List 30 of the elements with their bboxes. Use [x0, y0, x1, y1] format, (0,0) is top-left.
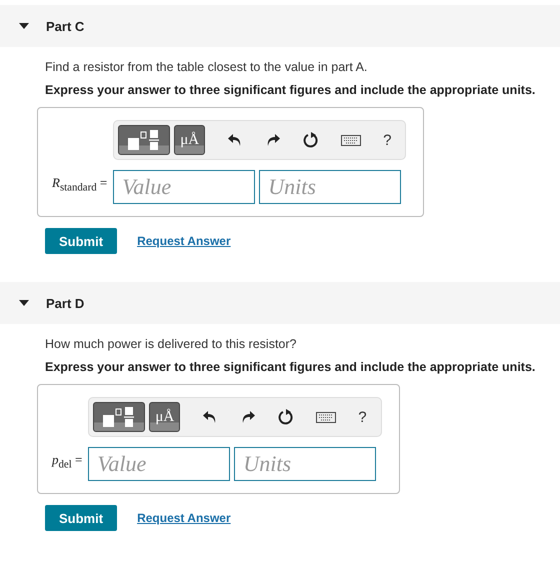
- help-button[interactable]: ?: [383, 132, 392, 148]
- value-field[interactable]: Value: [113, 170, 256, 204]
- question-text: Find a resistor from the table closest to the value in part A.: [45, 60, 368, 74]
- help-button[interactable]: ?: [358, 408, 367, 426]
- part-title: Part C: [46, 18, 84, 34]
- units-button[interactable]: μÅ: [174, 125, 206, 155]
- part-header[interactable]: Part D: [0, 282, 560, 324]
- request-answer-link[interactable]: Request Answer: [137, 511, 231, 525]
- part-header[interactable]: Part C: [0, 5, 560, 47]
- units-field[interactable]: Units: [234, 447, 376, 481]
- submit-button[interactable]: Submit: [45, 228, 118, 254]
- submit-button[interactable]: Submit: [45, 505, 118, 531]
- part-title: Part D: [46, 296, 84, 310]
- redo-icon[interactable]: [265, 133, 282, 147]
- reset-icon[interactable]: [303, 132, 320, 148]
- instruction-text: Express your answer to three significant figures and include the appropriate units.: [45, 360, 536, 374]
- template-button[interactable]: [93, 402, 146, 432]
- template-button[interactable]: [118, 125, 170, 155]
- keyboard-icon[interactable]: [341, 134, 362, 146]
- units-button[interactable]: μÅ: [149, 402, 180, 432]
- reset-icon[interactable]: [278, 409, 294, 425]
- redo-icon[interactable]: [240, 410, 256, 424]
- request-answer-link[interactable]: Request Answer: [137, 234, 231, 248]
- units-field[interactable]: Units: [259, 170, 402, 204]
- variable-label: p$_{del}$ =: [52, 452, 82, 473]
- instruction-text: Express your answer to three significant figures and include the appropriate units.: [45, 83, 536, 97]
- question-text: How much power is delivered to this resistor?: [45, 337, 298, 351]
- keyboard-icon[interactable]: [316, 412, 336, 422]
- variable-label: R$_{standard}$ =: [52, 175, 108, 196]
- value-field[interactable]: Value: [88, 447, 230, 481]
